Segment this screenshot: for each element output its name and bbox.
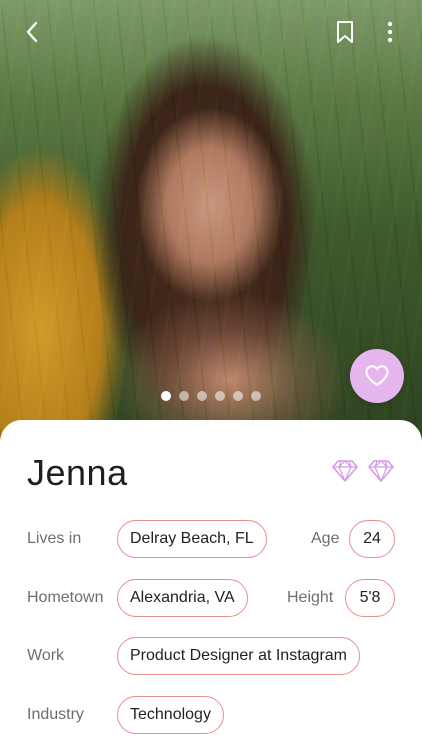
pagination-dot[interactable] [197,391,207,401]
bookmark-icon [337,21,353,43]
lives-in-label: Lives in [27,530,82,547]
lives-in-value: Delray Beach, FL [117,520,267,558]
age-label: Age [311,530,340,547]
diamond-icon [368,460,394,482]
pagination-dot[interactable] [179,391,189,401]
profile-name: Jenna [27,452,128,493]
height-value: 5'8 [345,579,395,617]
hometown-label: Hometown [27,589,104,606]
pagination-dot[interactable] [161,391,171,401]
work-label: Work [27,647,65,664]
industry-label: Industry [27,706,84,723]
like-button[interactable] [350,349,404,403]
height-label: Height [287,589,334,606]
bookmark-button[interactable] [331,18,359,46]
more-options-button[interactable] [376,18,404,46]
chevron-left-icon [26,21,38,43]
more-vertical-icon [387,21,393,43]
hometown-value: Alexandria, VA [117,579,248,617]
work-value: Product Designer at Instagram [117,637,360,675]
heart-icon [365,365,389,386]
pagination-dot[interactable] [215,391,225,401]
age-value: 24 [349,520,395,558]
back-button[interactable] [18,18,46,46]
industry-value: Technology [117,696,224,734]
pagination-dot[interactable] [251,391,261,401]
diamond-icon [332,460,358,482]
pagination-dot[interactable] [233,391,243,401]
